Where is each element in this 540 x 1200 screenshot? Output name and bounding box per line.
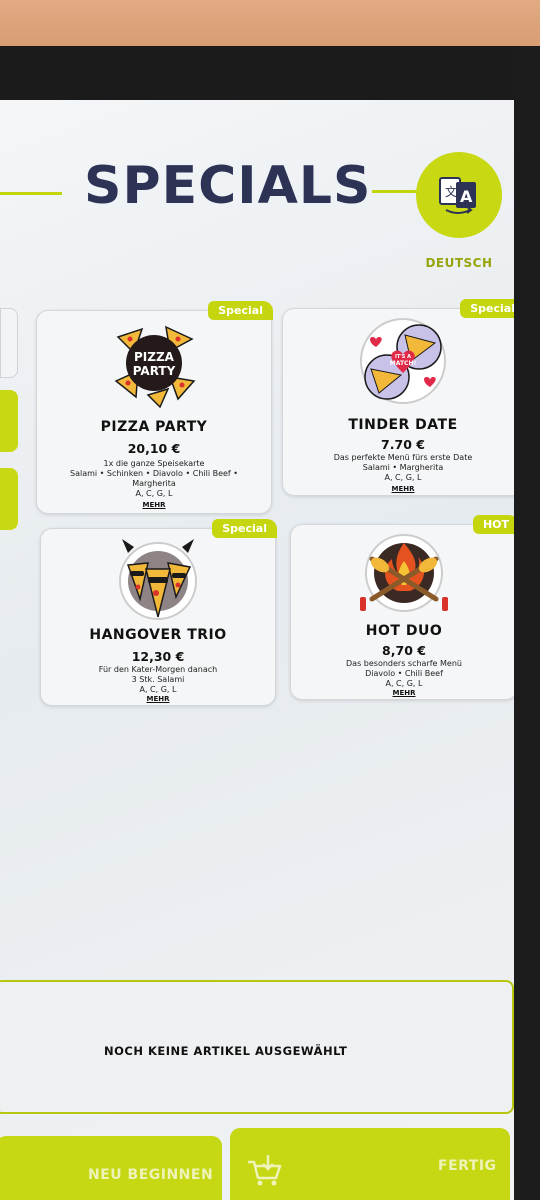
svg-text:A: A <box>460 187 473 206</box>
product-price: 20,10 € <box>127 441 181 456</box>
product-price: 7.70 € <box>381 437 425 452</box>
product-card-hangover-trio[interactable]: Special HANGOVER TRIO 12,30 € Für den Ka… <box>40 519 277 706</box>
translate-icon: 文 A <box>439 177 476 214</box>
product-name: TINDER DATE <box>348 417 458 433</box>
hangover-trio-image <box>119 539 197 620</box>
more-link[interactable]: MEHR <box>283 485 523 493</box>
product-description: 1x die ganze Speisekarte Salami • Schink… <box>69 459 239 498</box>
done-button[interactable]: FERTIG <box>230 1128 510 1200</box>
background-wall <box>0 0 540 48</box>
product-description: Das besonders scharfe Menü Diavolo • Chi… <box>346 659 462 688</box>
cart-empty-message: NOCH KEINE ARTIKEL AUSGEWÄHLT <box>104 1044 348 1058</box>
restart-button[interactable]: NEU BEGINNEN <box>0 1136 222 1200</box>
product-card-hot-duo[interactable]: HOT HOT DUO 8,70 € Das besonders scharfe… <box>290 515 519 700</box>
product-name: HOT DUO <box>365 623 443 639</box>
kiosk-screen: SPECIALS 文 A DEUTSCH Special PIZZA PARTY… <box>0 100 525 1200</box>
kiosk-bezel <box>0 46 540 106</box>
product-card-tinder-date[interactable]: Special IT'S A MATCH! TINDER DATE 7.70 €… <box>282 299 525 496</box>
done-label: FERTIG <box>438 1158 497 1174</box>
product-card-pizza-party[interactable]: Special PIZZA PARTY PIZZA PARTY 20,10 € … <box>36 301 273 514</box>
kiosk-bezel-right <box>514 46 540 1200</box>
hot-badge: HOT <box>472 515 519 534</box>
side-category-tab-2[interactable] <box>0 390 18 452</box>
title-rule-left <box>0 192 62 195</box>
page-title: SPECIALS <box>84 156 372 216</box>
product-description: Das perfekte Menü fürs erste Date Salami… <box>333 453 473 482</box>
product-price: 8,70 € <box>382 643 426 658</box>
restart-label: NEU BEGINNEN <box>88 1167 214 1183</box>
product-name: PIZZA PARTY <box>100 419 208 435</box>
svg-text:PIZZA: PIZZA <box>134 350 175 364</box>
language-label: DEUTSCH <box>425 256 493 270</box>
svg-text:PARTY: PARTY <box>133 364 176 378</box>
svg-text:MATCH!: MATCH! <box>390 360 416 367</box>
product-price: 12,30 € <box>131 649 185 664</box>
title-rule-right <box>372 190 420 193</box>
special-badge: Special <box>212 519 277 538</box>
hot-duo-image <box>360 534 448 612</box>
more-link[interactable]: MEHR <box>291 689 517 697</box>
product-name: HANGOVER TRIO <box>89 627 227 643</box>
side-category-tab-3[interactable] <box>0 468 18 530</box>
more-link[interactable]: MEHR <box>37 501 271 509</box>
special-badge: Special <box>208 301 273 320</box>
language-button[interactable]: 文 A <box>416 152 502 238</box>
cart-download-icon <box>248 1155 282 1186</box>
product-description: Für den Kater-Morgen danach 3 Stk. Salam… <box>98 665 218 694</box>
pizza-party-image: PIZZA PARTY <box>114 325 196 409</box>
tinder-date-image: IT'S A MATCH! <box>360 318 446 404</box>
side-category-tab-1[interactable] <box>0 308 18 378</box>
svg-text:文: 文 <box>445 184 457 199</box>
more-link[interactable]: MEHR <box>41 695 275 703</box>
